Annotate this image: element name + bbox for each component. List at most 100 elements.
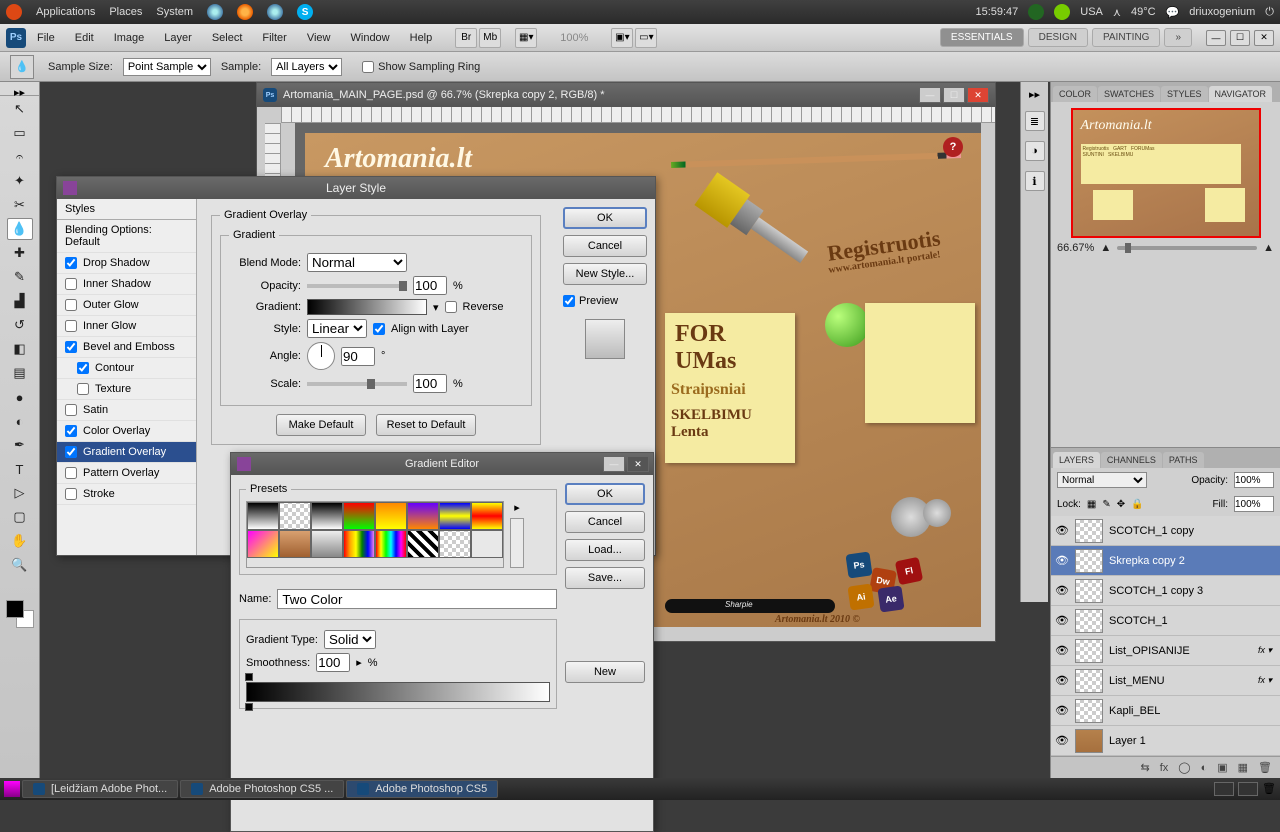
eraser-tool-icon[interactable]: ◧ bbox=[7, 338, 33, 360]
view-extras-icon[interactable]: ▦▾ bbox=[515, 28, 537, 48]
preset-swatch[interactable] bbox=[439, 502, 471, 530]
workspace-design[interactable]: DESIGN bbox=[1028, 28, 1088, 47]
preset-swatch[interactable] bbox=[439, 530, 471, 558]
outer-glow-item[interactable]: Outer Glow bbox=[57, 295, 196, 316]
move-tool-icon[interactable]: ↖ bbox=[7, 98, 33, 120]
ge-cancel-button[interactable]: Cancel bbox=[565, 511, 645, 533]
delete-layer-icon[interactable]: 🗑 bbox=[1258, 761, 1272, 774]
keyboard-layout[interactable]: USA bbox=[1080, 6, 1103, 18]
menu-image[interactable]: Image bbox=[105, 29, 154, 47]
layer-mask-icon[interactable]: ◯ bbox=[1178, 761, 1190, 774]
blend-mode-select-panel[interactable]: Normal bbox=[1057, 472, 1147, 488]
power-icon[interactable]: ⏻ bbox=[1265, 6, 1274, 19]
path-tool-icon[interactable]: ▷ bbox=[7, 482, 33, 504]
eyedropper-tool-icon[interactable]: 💧 bbox=[7, 218, 33, 240]
marquee-tool-icon[interactable]: ▭ bbox=[7, 122, 33, 144]
layer-row[interactable]: 👁 SCOTCH_1 copy 3 bbox=[1051, 576, 1280, 606]
pen-tool-icon[interactable]: ✒ bbox=[7, 434, 33, 456]
color-overlay-item[interactable]: Color Overlay bbox=[57, 421, 196, 442]
skype-icon[interactable]: S bbox=[297, 4, 313, 20]
layer-thumbnail[interactable] bbox=[1075, 609, 1103, 633]
gradient-bar[interactable] bbox=[246, 682, 550, 702]
sample-size-select[interactable]: Point Sample bbox=[123, 58, 211, 76]
layer-thumbnail[interactable] bbox=[1075, 699, 1103, 723]
gradient-overlay-item[interactable]: Gradient Overlay bbox=[57, 442, 196, 463]
monitor-icon[interactable] bbox=[1028, 4, 1044, 20]
layer-row[interactable]: 👁 SCOTCH_1 bbox=[1051, 606, 1280, 636]
hand-tool-icon[interactable]: ✋ bbox=[7, 530, 33, 552]
wand-tool-icon[interactable]: ✦ bbox=[7, 170, 33, 192]
fx-indicator[interactable]: fx ▾ bbox=[1254, 675, 1276, 686]
task-item[interactable]: Adobe Photoshop CS5 ... bbox=[180, 780, 344, 798]
heal-tool-icon[interactable]: ✚ bbox=[7, 242, 33, 264]
visibility-icon[interactable]: 👁 bbox=[1055, 524, 1069, 538]
menu-help[interactable]: Help bbox=[401, 29, 442, 47]
preset-swatch[interactable] bbox=[311, 530, 343, 558]
visibility-icon[interactable]: 👁 bbox=[1055, 704, 1069, 718]
menu-window[interactable]: Window bbox=[342, 29, 399, 47]
layer-row[interactable]: 👁 Layer 1 bbox=[1051, 726, 1280, 756]
globe-icon[interactable] bbox=[267, 4, 283, 20]
satin-item[interactable]: Satin bbox=[57, 400, 196, 421]
status-icon[interactable] bbox=[1054, 4, 1070, 20]
angle-dial[interactable] bbox=[307, 342, 335, 370]
tab-navigator[interactable]: NAVIGATOR bbox=[1209, 86, 1273, 102]
bridge-icon[interactable]: Br bbox=[455, 28, 477, 48]
link-layers-icon[interactable]: ⇆ bbox=[1140, 761, 1149, 774]
inner-shadow-item[interactable]: Inner Shadow bbox=[57, 274, 196, 295]
show-sampling-ring-checkbox[interactable] bbox=[362, 61, 374, 73]
drop-shadow-checkbox[interactable] bbox=[65, 257, 77, 269]
color-overlay-checkbox[interactable] bbox=[65, 425, 77, 437]
ps-minimize-button[interactable]: — bbox=[1206, 30, 1226, 46]
visibility-icon[interactable]: 👁 bbox=[1055, 554, 1069, 568]
presets-flyout-icon[interactable]: ▸ bbox=[514, 501, 520, 514]
pattern-overlay-checkbox[interactable] bbox=[65, 467, 77, 479]
preset-swatch[interactable] bbox=[375, 530, 407, 558]
preset-swatch[interactable] bbox=[247, 502, 279, 530]
opacity-stop[interactable] bbox=[245, 673, 253, 681]
preset-swatch[interactable] bbox=[279, 530, 311, 558]
workspace-painting[interactable]: PAINTING bbox=[1092, 28, 1160, 47]
ubuntu-logo-icon[interactable] bbox=[6, 4, 22, 20]
layer-thumbnail[interactable] bbox=[1075, 669, 1103, 693]
document-titlebar[interactable]: Ps Artomania_MAIN_PAGE.psd @ 66.7% (Skre… bbox=[257, 83, 995, 107]
preset-swatch[interactable] bbox=[407, 502, 439, 530]
tab-swatches[interactable]: SWATCHES bbox=[1098, 86, 1160, 102]
outer-glow-checkbox[interactable] bbox=[65, 299, 77, 311]
panel-collapse-icon[interactable]: ▸▸ bbox=[1029, 88, 1040, 101]
menu-select[interactable]: Select bbox=[203, 29, 252, 47]
preset-swatch[interactable] bbox=[471, 530, 503, 558]
contour-item[interactable]: Contour bbox=[57, 358, 196, 379]
fill-input[interactable] bbox=[1234, 496, 1274, 512]
ge-save-button[interactable]: Save... bbox=[565, 567, 645, 589]
drop-shadow-item[interactable]: Drop Shadow bbox=[57, 253, 196, 274]
gradient-dropdown-icon[interactable]: ▾ bbox=[433, 301, 439, 314]
texture-checkbox[interactable] bbox=[77, 383, 89, 395]
ok-button[interactable]: OK bbox=[563, 207, 647, 229]
preset-swatch[interactable] bbox=[279, 502, 311, 530]
doc-minimize-button[interactable]: — bbox=[919, 87, 941, 103]
visibility-icon[interactable]: 👁 bbox=[1055, 674, 1069, 688]
preset-swatch[interactable] bbox=[311, 502, 343, 530]
ge-new-button[interactable]: New bbox=[565, 661, 645, 683]
workspace-more[interactable]: » bbox=[1164, 28, 1192, 47]
blur-tool-icon[interactable]: ● bbox=[7, 386, 33, 408]
system-menu[interactable]: System bbox=[156, 6, 193, 18]
layer-fx-icon[interactable]: fx bbox=[1160, 762, 1169, 774]
lock-paint-icon[interactable]: ✎ bbox=[1102, 499, 1110, 510]
preset-swatch[interactable] bbox=[343, 502, 375, 530]
opacity-slider[interactable] bbox=[307, 284, 407, 288]
preset-swatch[interactable] bbox=[247, 530, 279, 558]
layer-thumbnail[interactable] bbox=[1075, 729, 1103, 753]
type-tool-icon[interactable]: T bbox=[7, 458, 33, 480]
tab-styles[interactable]: STYLES bbox=[1161, 86, 1208, 102]
layer-group-icon[interactable]: ▣ bbox=[1217, 761, 1227, 774]
inner-shadow-checkbox[interactable] bbox=[65, 278, 77, 290]
scale-slider[interactable] bbox=[307, 382, 407, 386]
visibility-icon[interactable]: 👁 bbox=[1055, 734, 1069, 748]
show-desktop-icon[interactable] bbox=[4, 781, 20, 797]
adjustment-layer-icon[interactable]: ◐ bbox=[1201, 762, 1208, 774]
help-badge-icon[interactable]: ? bbox=[943, 137, 963, 157]
color-stop[interactable] bbox=[245, 703, 253, 711]
new-layer-icon[interactable]: ▦ bbox=[1238, 761, 1248, 774]
